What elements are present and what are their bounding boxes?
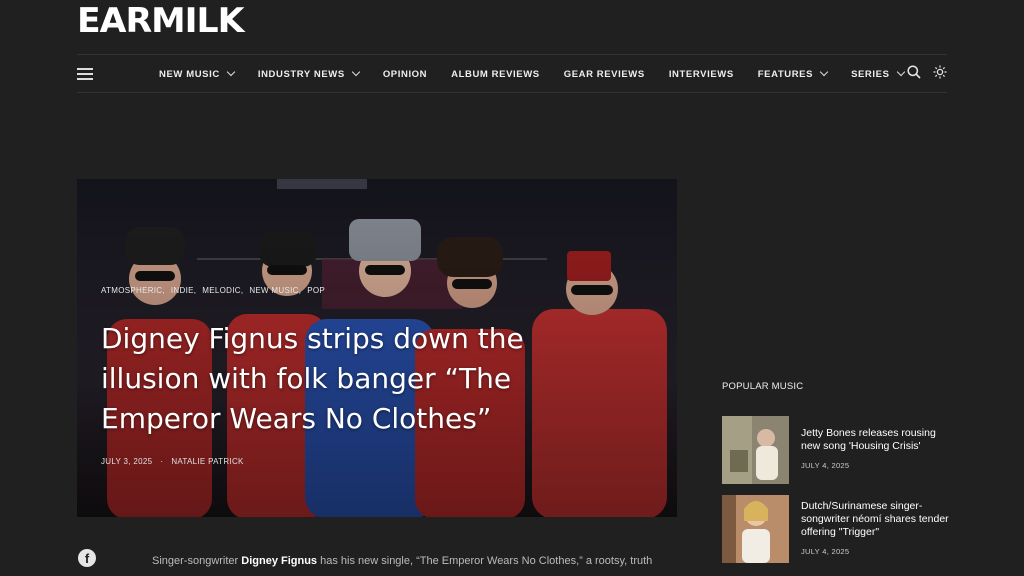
search-icon[interactable] bbox=[907, 64, 921, 84]
nav-item-interviews[interactable]: INTERVIEWS bbox=[669, 69, 734, 80]
category-tag[interactable]: MELODIC, bbox=[202, 286, 243, 295]
nav-item-album-reviews[interactable]: ALBUM REVIEWS bbox=[451, 69, 540, 80]
category-tag[interactable]: NEW MUSIC, bbox=[249, 286, 301, 295]
nav-icons bbox=[907, 56, 947, 92]
popular-item-thumbnail[interactable] bbox=[722, 495, 789, 563]
nav-item-series[interactable]: SERIES bbox=[851, 67, 905, 80]
category-tag[interactable]: ATMOSPHERIC, bbox=[101, 286, 165, 295]
popular-item-date: JULY 4, 2025 bbox=[801, 461, 850, 470]
article-intro: Singer-songwriter Digney Fignus has his … bbox=[152, 555, 652, 567]
nav-item-new-music[interactable]: NEW MUSIC bbox=[159, 67, 236, 80]
meta-separator: · bbox=[160, 457, 164, 466]
chevron-down-icon bbox=[819, 67, 829, 77]
nav-items: NEW MUSIC INDUSTRY NEWS OPINION ALBUM RE… bbox=[159, 56, 928, 92]
popular-item[interactable]: Dutch/Surinamese singer-songwriter néomí… bbox=[722, 495, 952, 565]
header-divider-top bbox=[77, 54, 947, 55]
popular-music-heading: POPULAR MUSIC bbox=[722, 381, 804, 392]
nav-item-industry-news[interactable]: INDUSTRY NEWS bbox=[257, 67, 361, 80]
nav-label: FEATURES bbox=[757, 68, 814, 80]
nav-label: OPINION bbox=[382, 68, 428, 80]
nav-label: SERIES bbox=[851, 68, 890, 80]
article-date: JULY 3, 2025 bbox=[101, 457, 153, 466]
header-divider-bottom bbox=[77, 92, 947, 93]
nav-label: GEAR REVIEWS bbox=[563, 68, 645, 80]
popular-item-date: JULY 4, 2025 bbox=[801, 547, 850, 556]
theme-toggle-icon[interactable] bbox=[933, 65, 947, 84]
article-title[interactable]: Digney Fignus strips down the illusion w… bbox=[101, 319, 571, 439]
chevron-down-icon bbox=[896, 67, 905, 77]
nav-item-opinion[interactable]: OPINION bbox=[383, 69, 427, 80]
hero-categories: ATMOSPHERIC, INDIE, MELODIC, NEW MUSIC, … bbox=[101, 286, 325, 295]
article-intro-prefix: Singer-songwriter bbox=[152, 555, 242, 567]
nav-label: INTERVIEWS bbox=[668, 68, 734, 80]
artist-name: Digney Fignus bbox=[241, 555, 318, 567]
facebook-icon[interactable]: f bbox=[78, 549, 96, 567]
popular-item[interactable]: Jetty Bones releases rousing new song 'H… bbox=[722, 416, 952, 486]
hero-feature[interactable]: ATMOSPHERIC, INDIE, MELODIC, NEW MUSIC, … bbox=[77, 179, 677, 517]
nav-label: ALBUM REVIEWS bbox=[451, 68, 540, 80]
article-intro-suffix: has his new single, “The Emperor Wears N… bbox=[317, 555, 653, 567]
category-tag[interactable]: POP bbox=[307, 286, 325, 295]
nav-item-features[interactable]: FEATURES bbox=[757, 67, 829, 80]
chevron-down-icon bbox=[351, 67, 361, 77]
site-logo[interactable]: EARMILK bbox=[77, 1, 245, 41]
nav-item-gear-reviews[interactable]: GEAR REVIEWS bbox=[564, 69, 645, 80]
popular-item-title[interactable]: Dutch/Surinamese singer-songwriter néomí… bbox=[801, 500, 951, 539]
article-author[interactable]: NATALIE PATRICK bbox=[171, 457, 243, 466]
main-nav: NEW MUSIC INDUSTRY NEWS OPINION ALBUM RE… bbox=[77, 56, 947, 92]
nav-label: NEW MUSIC bbox=[159, 68, 220, 80]
chevron-down-icon bbox=[226, 67, 236, 77]
popular-item-title[interactable]: Jetty Bones releases rousing new song 'H… bbox=[801, 427, 951, 453]
nav-label: INDUSTRY NEWS bbox=[257, 68, 345, 80]
popular-item-thumbnail[interactable] bbox=[722, 416, 789, 484]
menu-icon[interactable] bbox=[77, 68, 95, 80]
category-tag[interactable]: INDIE, bbox=[171, 286, 196, 295]
article-meta: JULY 3, 2025 · NATALIE PATRICK bbox=[101, 457, 244, 466]
